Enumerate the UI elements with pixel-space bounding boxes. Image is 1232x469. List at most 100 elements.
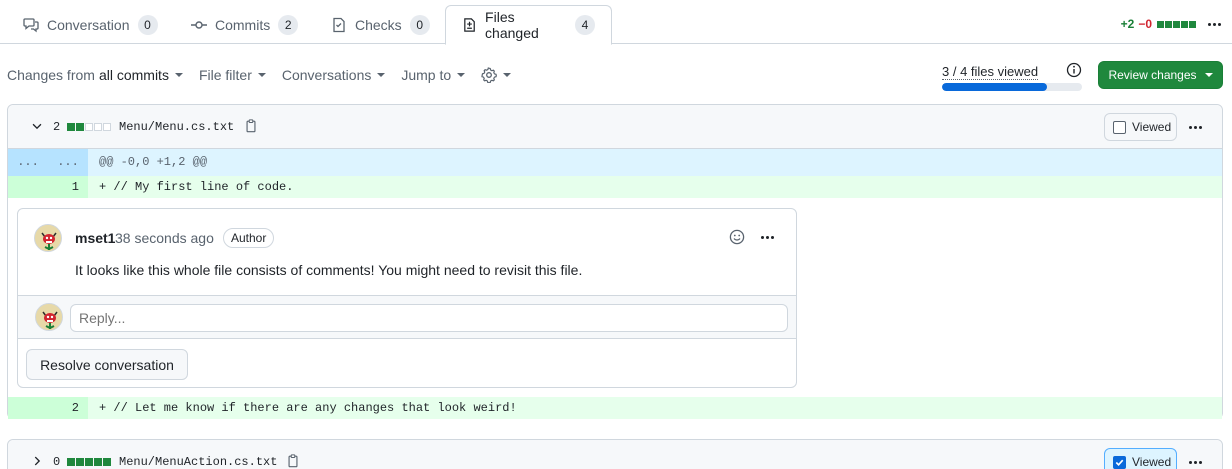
chevron-right-icon[interactable] — [30, 454, 44, 468]
avatar[interactable] — [34, 224, 62, 252]
file-name[interactable]: Menu/MenuAction.cs.txt — [119, 455, 277, 469]
file-filter-label: File filter — [198, 67, 252, 83]
avatar-image — [36, 304, 62, 330]
file-header: 2 Menu/Menu.cs.txt Viewed — [8, 105, 1222, 149]
diffstat-additions: +2 — [1120, 17, 1135, 31]
pr-tabs: Conversation 0 Commits 2 Checks 0 Files … — [0, 0, 1232, 45]
diff-code: + // Let me know if there are any change… — [99, 401, 517, 415]
comment-timestamp[interactable]: 38 seconds ago — [115, 230, 214, 246]
file-diff-icon — [464, 18, 475, 32]
tab-label: Conversation — [47, 16, 130, 33]
file-diff: 0 Menu/MenuAction.cs.txt Viewed — [7, 439, 1223, 469]
tab-label: Files changed — [485, 9, 539, 41]
diffstat-block — [67, 122, 75, 131]
avatar — [35, 303, 63, 331]
comment-author[interactable]: mset1 — [75, 230, 115, 246]
file-change-count: 2 — [53, 119, 61, 134]
files-viewed-bar — [942, 83, 1082, 91]
reply-input[interactable] — [70, 304, 788, 332]
file-diffstat-blocks — [67, 122, 112, 131]
jump-to-dropdown[interactable]: Jump to — [401, 67, 466, 83]
triangle-down-icon — [1204, 73, 1213, 77]
viewed-toggle[interactable]: Viewed — [1104, 448, 1177, 469]
diffstat-block — [103, 122, 111, 131]
viewed-label: Viewed — [1132, 455, 1172, 469]
info-icon[interactable] — [1066, 62, 1082, 78]
file-filter-dropdown[interactable]: File filter — [199, 67, 266, 83]
gear-icon — [481, 67, 498, 83]
resolve-conversation-button[interactable]: Resolve conversation — [26, 349, 188, 380]
chevron-down-icon[interactable] — [30, 119, 44, 133]
hunk-header-row: ... ... @@ -0,0 +1,2 @@ — [8, 149, 1222, 176]
review-changes-button[interactable]: Review changes — [1098, 61, 1223, 89]
review-thread: mset1 38 seconds ago Author It looks lik… — [17, 208, 797, 388]
copy-icon[interactable] — [286, 454, 300, 468]
viewed-label: Viewed — [1132, 120, 1172, 134]
diffstat-block — [94, 122, 102, 131]
file-diffstat-blocks — [67, 458, 112, 466]
more-options-icon[interactable] — [1185, 119, 1205, 135]
hunk-header: @@ -0,0 +1,2 @@ — [99, 155, 208, 169]
tab-counter: 4 — [575, 15, 595, 35]
conversations-dropdown[interactable]: Conversations — [282, 67, 386, 83]
file-change-count: 0 — [53, 455, 61, 469]
tab-commits[interactable]: Commits 2 — [175, 5, 314, 44]
check-icon — [1115, 459, 1124, 466]
smiley-icon[interactable] — [729, 229, 745, 245]
tab-conversation[interactable]: Conversation 0 — [7, 5, 174, 44]
more-options-icon[interactable] — [757, 229, 777, 245]
tab-counter: 0 — [137, 14, 158, 35]
file-diff: 2 Menu/Menu.cs.txt Viewed ... ... @@ -0,… — [7, 104, 1223, 419]
diff-toolbar: Changes from all commits File filter Con… — [7, 62, 512, 88]
diffstat-block — [1173, 20, 1180, 28]
diffstat-block — [1157, 20, 1164, 28]
new-line-number[interactable]: 1 — [48, 176, 88, 198]
diffstat-deletions: −0 — [1138, 17, 1152, 31]
diffstat-blocks — [1156, 20, 1196, 28]
old-line-number — [8, 397, 48, 419]
comment-discussion-icon — [23, 17, 39, 32]
expand-down-button[interactable]: ... — [48, 149, 88, 176]
changes-from-prefix: Changes from — [7, 67, 95, 83]
new-line-number[interactable]: 2 — [48, 397, 88, 419]
changes-from-value: all commits — [98, 67, 169, 83]
copy-icon[interactable] — [244, 119, 258, 133]
tab-checks[interactable]: Checks 0 — [315, 5, 446, 44]
diff-code: + // My first line of code. — [99, 180, 294, 194]
file-name[interactable]: Menu/Menu.cs.txt — [119, 120, 234, 134]
files-viewed-progress[interactable]: 3 / 4 files viewed — [942, 63, 1082, 91]
tab-counter: 2 — [278, 14, 299, 35]
diffstat-block — [67, 458, 75, 466]
triangle-down-icon — [377, 73, 386, 77]
diffstat-block — [76, 122, 84, 131]
viewed-checkbox[interactable] — [1113, 120, 1126, 134]
triangle-down-icon — [174, 73, 183, 77]
viewed-checkbox[interactable] — [1113, 455, 1126, 469]
tab-label: Commits — [215, 16, 271, 33]
review-changes-label: Review changes — [1108, 68, 1197, 82]
diffstat-block — [76, 458, 84, 466]
tab-files-changed[interactable]: Files changed 4 — [445, 5, 612, 45]
diffstat-block — [1189, 20, 1196, 28]
expand-up-button[interactable]: ... — [8, 149, 48, 176]
diffstat-block — [85, 458, 93, 466]
diff-line-added[interactable]: 2 + // Let me know if there are any chan… — [8, 397, 1222, 419]
tab-counter: 0 — [409, 14, 430, 35]
diffstat-block — [103, 458, 111, 466]
diff-line-added[interactable]: 1 + // My first line of code. — [8, 176, 1222, 198]
settings-dropdown[interactable] — [481, 67, 512, 83]
file-header: 0 Menu/MenuAction.cs.txt Viewed — [8, 440, 1222, 469]
old-line-number — [8, 176, 48, 198]
triangle-down-icon — [257, 73, 266, 77]
jump-to-label: Jump to — [401, 67, 452, 83]
tab-label: Checks — [355, 16, 402, 33]
more-options-icon[interactable] — [1185, 454, 1205, 469]
diffstat: +2 −0 — [1121, 16, 1224, 32]
viewed-toggle[interactable]: Viewed — [1104, 113, 1177, 141]
files-viewed-bar-fill — [942, 83, 1047, 91]
changes-from-dropdown[interactable]: Changes from all commits — [7, 67, 183, 83]
more-options-icon[interactable] — [1204, 16, 1224, 32]
diffstat-block — [85, 122, 93, 131]
files-viewed-label: 3 / 4 files viewed — [942, 64, 1039, 80]
reply-area — [18, 295, 796, 339]
